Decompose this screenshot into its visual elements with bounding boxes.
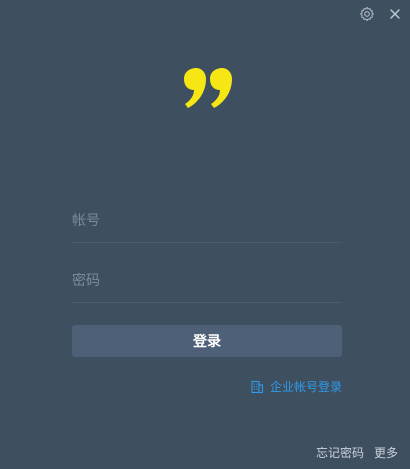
more-link[interactable]: 更多: [374, 444, 398, 461]
account-field: [72, 202, 342, 243]
quote-icon: [184, 68, 232, 108]
enterprise-login-link[interactable]: 企业帐号登录: [250, 378, 342, 395]
password-input[interactable]: [72, 266, 342, 296]
forgot-password-link[interactable]: 忘记密码: [316, 444, 364, 461]
login-button[interactable]: 登录: [72, 325, 342, 357]
account-input[interactable]: [72, 206, 342, 236]
building-icon: [251, 380, 264, 393]
title-controls: [356, 4, 406, 24]
close-icon: [390, 9, 400, 19]
password-field: [72, 262, 342, 303]
close-button[interactable]: [384, 4, 406, 24]
logo: [180, 66, 236, 112]
footer-links: 忘记密码 更多: [316, 444, 398, 461]
enterprise-login-label: 企业帐号登录: [269, 380, 342, 394]
gear-icon: [360, 6, 374, 22]
login-window: 登录 企业帐号登录 忘记密码 更多: [0, 0, 410, 469]
settings-button[interactable]: [356, 4, 378, 24]
